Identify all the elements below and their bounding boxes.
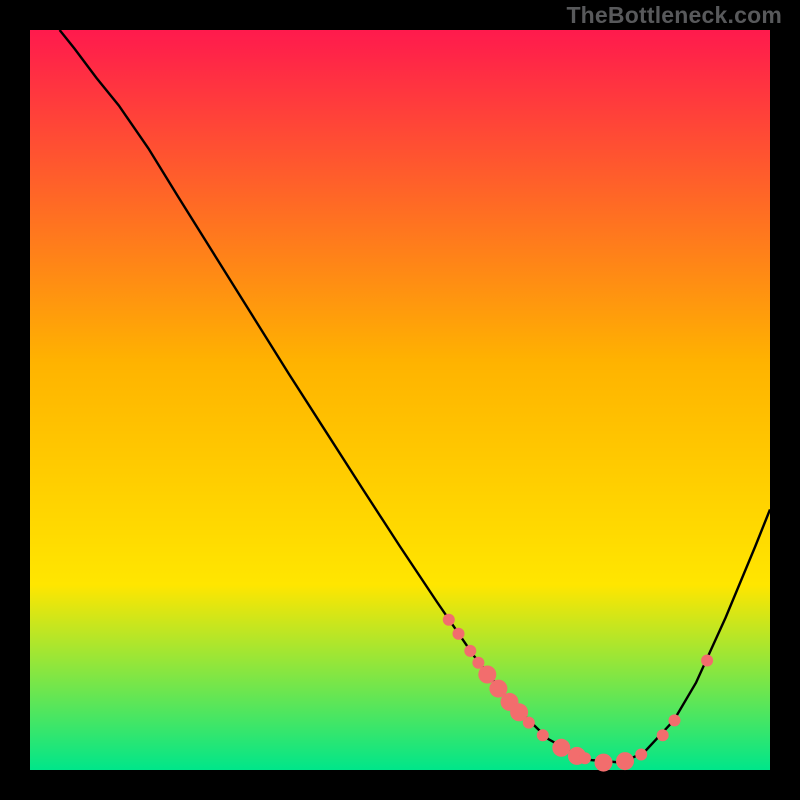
data-dot	[464, 645, 476, 657]
data-dot	[552, 739, 570, 757]
data-dot	[523, 717, 535, 729]
data-dot	[616, 752, 634, 770]
chart-stage: TheBottleneck.com	[0, 0, 800, 800]
data-dot	[669, 714, 681, 726]
data-dot	[657, 729, 669, 741]
data-dot	[635, 749, 647, 761]
data-dot	[443, 614, 455, 626]
plot-background	[30, 30, 770, 770]
data-dot	[478, 666, 496, 684]
data-dot	[537, 729, 549, 741]
data-dot	[595, 754, 613, 772]
data-dot	[453, 628, 465, 640]
data-dot	[701, 655, 713, 667]
data-dot	[579, 752, 591, 764]
watermark-text: TheBottleneck.com	[566, 2, 782, 29]
chart-svg	[0, 0, 800, 800]
